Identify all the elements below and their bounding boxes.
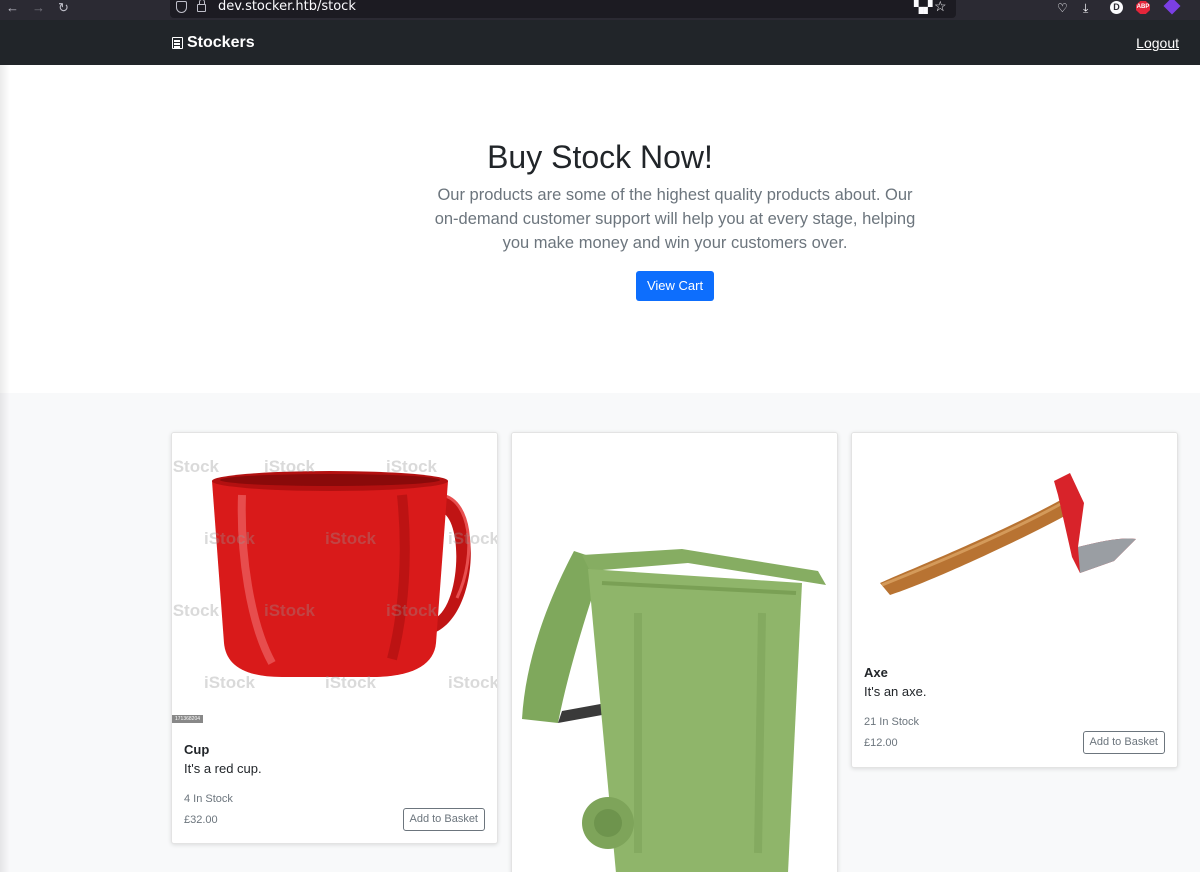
product-name: Axe [864, 665, 888, 680]
back-icon[interactable]: ← [6, 0, 19, 16]
address-bar[interactable]: dev.stocker.htb/stock ▚▞ ☆ [170, 0, 956, 18]
page-title: Buy Stock Now! [487, 139, 713, 175]
product-name: Cup [184, 742, 210, 757]
product-card-cup: iStock iStock iStock iStock iStock iStoc… [171, 432, 498, 844]
newspaper-icon [172, 37, 183, 49]
product-card-bin [511, 432, 838, 872]
stock-count: 4 In Stock [184, 793, 233, 805]
watermark: iStock [204, 529, 256, 548]
watermark: iStock [448, 673, 497, 692]
watermark: iStock [386, 601, 438, 620]
watermark: iStock [172, 601, 220, 620]
brand[interactable]: Stockers [172, 34, 255, 52]
axe-illustration [880, 473, 1136, 595]
forward-icon[interactable]: → [32, 0, 45, 16]
add-to-basket-button[interactable]: Add to Basket [402, 808, 485, 831]
shield-icon[interactable] [176, 1, 187, 13]
stock-count: 21 In Stock [864, 716, 920, 728]
watermark: iStock [264, 601, 316, 620]
logout-link[interactable]: Logout [1136, 35, 1179, 51]
product-card-axe: Axe It's an axe. 21 In Stock £12.00 Add … [851, 432, 1178, 768]
pocket-icon[interactable]: ♡ [1057, 1, 1068, 15]
page-edge-shadow [0, 65, 10, 872]
bookmark-star-icon[interactable]: ☆ [934, 0, 947, 15]
navbar: Stockers Logout [0, 20, 1200, 65]
image-id-label: 171368204 [172, 715, 204, 723]
adblock-icon[interactable]: ABP [1136, 1, 1150, 14]
reload-icon[interactable]: ↻ [58, 0, 69, 16]
green-bin-illustration [522, 549, 826, 872]
watermark: iStock [325, 529, 377, 548]
browser-toolbar: ← → ↻ dev.stocker.htb/stock ▚▞ ☆ ♡ ⤓ D A… [0, 0, 1200, 20]
view-cart-button[interactable]: View Cart [636, 271, 714, 301]
watermark: iStock [386, 457, 438, 476]
product-price: £32.00 [184, 814, 218, 826]
lock-icon[interactable] [197, 0, 206, 12]
brand-name[interactable]: Stockers [187, 34, 255, 52]
url-text[interactable]: dev.stocker.htb/stock [218, 0, 356, 14]
product-description: It's an axe. [864, 684, 927, 699]
profile-avatar[interactable]: D [1110, 1, 1123, 14]
axe-image [852, 433, 1177, 651]
product-description: It's a red cup. [184, 761, 262, 776]
extension-icon[interactable] [1163, 0, 1181, 15]
watermark: iStock [172, 457, 220, 476]
hero-section: Buy Stock Now! Our products are some of … [0, 65, 1200, 393]
watermark: iStock [448, 529, 497, 548]
watermark: iStock [325, 673, 377, 692]
add-to-basket-button[interactable]: Add to Basket [1082, 731, 1165, 754]
qr-code-icon[interactable]: ▚▞ [914, 0, 932, 14]
product-price: £12.00 [864, 737, 898, 749]
cup-image: iStock iStock iStock iStock iStock iStoc… [172, 433, 497, 725]
hero-text: Our products are some of the highest qua… [434, 186, 916, 252]
download-icon[interactable]: ⤓ [1083, 1, 1088, 16]
bin-image [512, 433, 837, 872]
watermark: iStock [264, 457, 316, 476]
watermark: iStock [204, 673, 256, 692]
